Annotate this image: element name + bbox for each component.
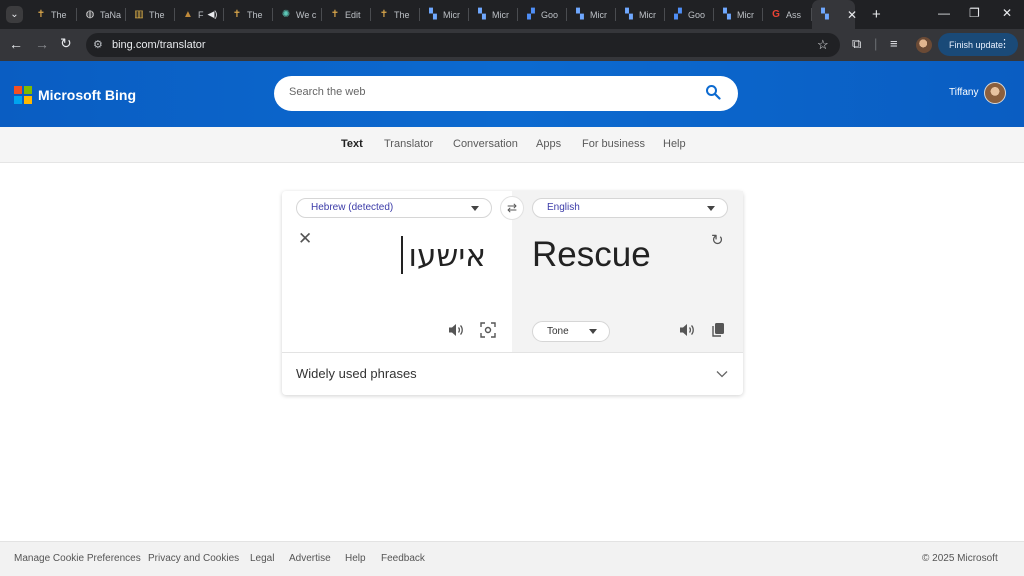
translated-text: Rescue: [532, 235, 651, 274]
forward-icon[interactable]: →: [35, 36, 49, 52]
speaker-icon[interactable]: [679, 323, 695, 337]
google-translate-icon: ▞: [527, 9, 535, 20]
more-options-icon[interactable]: ⋮: [999, 37, 1010, 50]
footer-link-legal[interactable]: Legal: [250, 553, 274, 564]
browser-tab[interactable]: ✝ Edit: [322, 0, 371, 29]
google-icon: G: [772, 9, 780, 20]
close-tab-icon[interactable]: ✕: [847, 8, 857, 22]
browser-tab[interactable]: ▞ Goo: [665, 0, 714, 29]
browser-tab[interactable]: ◍ TaNa: [77, 0, 126, 29]
tab-list: ✝ The ◍ TaNa ▥ The ▲ F ◀) ✝ The ✺ We c ✝ Edit ✝ T…: [28, 0, 855, 29]
target-language-select[interactable]: English: [532, 198, 728, 218]
new-tab-icon[interactable]: +: [872, 6, 881, 23]
close-window-icon[interactable]: ✕: [1002, 6, 1012, 20]
logo-square-red: [14, 86, 22, 94]
browser-tab[interactable]: ✝ The: [371, 0, 420, 29]
browser-tab[interactable]: ▚ Micr: [714, 0, 763, 29]
footer-link-cookie-preferences[interactable]: Manage Cookie Preferences: [14, 553, 141, 564]
copyright: © 2025 Microsoft: [922, 553, 998, 564]
browser-tab[interactable]: ▚ Micr: [616, 0, 665, 29]
tab-for-business[interactable]: For business: [582, 138, 645, 150]
chatgpt-icon: ✺: [281, 9, 291, 20]
browser-tab[interactable]: ▚ Micr: [469, 0, 518, 29]
profile-avatar-icon[interactable]: [916, 37, 932, 53]
translator-icon: ▚: [429, 9, 437, 20]
text-cursor: [401, 236, 403, 274]
tab-strip: ⌄ ✝ The ◍ TaNa ▥ The ▲ F ◀) ✝ The ✺ We c ✝ Edit …: [0, 0, 1024, 29]
logo-square-green: [24, 86, 32, 94]
speaker-icon[interactable]: [448, 323, 464, 337]
tab-help[interactable]: Help: [663, 138, 686, 150]
browser-tab[interactable]: ▞ Goo: [518, 0, 567, 29]
translator-icon: ▚: [478, 9, 486, 20]
user-avatar[interactable]: [984, 82, 1006, 104]
refresh-translation-icon[interactable]: ↻: [711, 231, 724, 249]
footer-link-help[interactable]: Help: [345, 553, 366, 564]
chevron-down-icon: [471, 206, 479, 211]
cross-icon: ✝: [330, 9, 340, 20]
tab-search-button[interactable]: ⌄: [6, 6, 23, 23]
swap-icon: ⇄: [506, 201, 518, 215]
book-icon: ▥: [134, 9, 144, 20]
microsoft-logo-icon[interactable]: [14, 86, 32, 104]
browser-tab[interactable]: ▚ Micr: [420, 0, 469, 29]
tower-icon: ▲: [183, 9, 193, 20]
cross-icon: ✝: [36, 9, 46, 20]
clear-text-icon[interactable]: ✕: [298, 229, 312, 249]
tab-text[interactable]: Text: [341, 138, 363, 150]
translator-icon: ▚: [821, 9, 829, 20]
bookmark-star-icon[interactable]: ☆: [817, 37, 829, 53]
browser-tab[interactable]: ✝ The: [28, 0, 77, 29]
media-queue-icon[interactable]: ≡: [890, 36, 898, 51]
chevron-down-icon[interactable]: [716, 368, 728, 380]
reload-icon[interactable]: ↻: [60, 35, 72, 52]
globe-icon: ◍: [85, 9, 95, 20]
cross-icon: ✝: [379, 9, 389, 20]
site-info-icon[interactable]: ⚙: [93, 38, 107, 52]
google-translate-icon: ▞: [674, 9, 682, 20]
footer-link-feedback[interactable]: Feedback: [381, 553, 425, 564]
chevron-down-icon: [589, 329, 597, 334]
restore-icon[interactable]: ❐: [969, 6, 980, 20]
user-name[interactable]: Tiffany: [949, 87, 978, 98]
camera-search-icon[interactable]: [480, 322, 496, 338]
footer-link-privacy[interactable]: Privacy and Cookies: [148, 553, 239, 564]
brand-name[interactable]: Microsoft Bing: [38, 87, 136, 103]
extensions-icon[interactable]: ⧉: [852, 36, 861, 52]
browser-tab[interactable]: G Ass: [763, 0, 812, 29]
url-text[interactable]: bing.com/translator: [112, 39, 206, 51]
search-icon[interactable]: [705, 84, 721, 100]
tab-translator[interactable]: Translator: [384, 138, 433, 150]
swap-languages-button[interactable]: ⇄: [500, 196, 524, 220]
minimize-icon[interactable]: —: [938, 6, 950, 20]
speaker-icon[interactable]: ◀): [208, 9, 218, 20]
back-icon[interactable]: ←: [9, 36, 23, 52]
toolbar-divider: |: [874, 36, 878, 51]
chevron-down-icon: [707, 206, 715, 211]
logo-square-yellow: [24, 96, 32, 104]
search-input[interactable]: [289, 86, 689, 98]
source-language-select[interactable]: Hebrew (detected): [296, 198, 492, 218]
translator-icon: ▚: [576, 9, 584, 20]
browser-tab[interactable]: ▲ F ◀): [175, 0, 224, 29]
tab-conversation[interactable]: Conversation: [453, 138, 518, 150]
tab-apps[interactable]: Apps: [536, 138, 561, 150]
footer-link-advertise[interactable]: Advertise: [289, 553, 331, 564]
translator-icon: ▚: [625, 9, 633, 20]
widely-used-phrases[interactable]: Widely used phrases: [296, 366, 417, 381]
browser-tab[interactable]: ▚ Micr: [567, 0, 616, 29]
browser-tab[interactable]: ✺ We c: [273, 0, 322, 29]
finish-update-button[interactable]: Finish update ⋮: [938, 33, 1018, 56]
logo-square-blue: [14, 96, 22, 104]
card-divider: [282, 352, 743, 353]
browser-tab[interactable]: ▥ The: [126, 0, 175, 29]
cross-icon: ✝: [232, 9, 242, 20]
source-text-input[interactable]: אישעו: [400, 238, 486, 274]
copy-icon[interactable]: [711, 322, 725, 338]
browser-tab[interactable]: ✝ The: [224, 0, 273, 29]
tone-select[interactable]: Tone: [532, 321, 610, 342]
translator-icon: ▚: [723, 9, 731, 20]
